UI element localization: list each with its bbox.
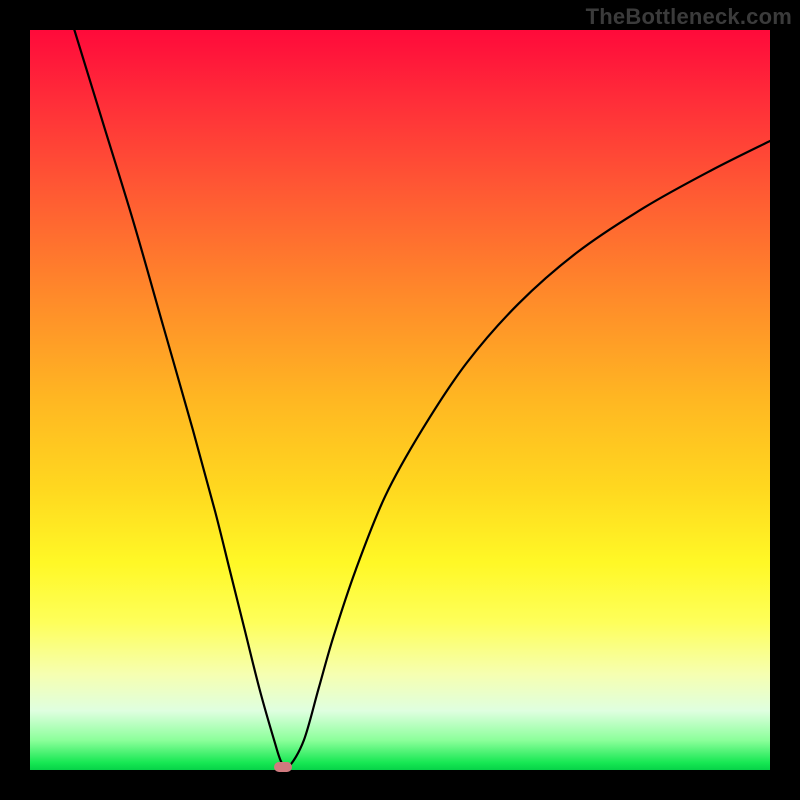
chart-frame: TheBottleneck.com [0, 0, 800, 800]
plot-area [30, 30, 770, 770]
bottleneck-curve [30, 30, 770, 770]
watermark-text: TheBottleneck.com [586, 4, 792, 30]
minimum-marker [274, 762, 292, 772]
